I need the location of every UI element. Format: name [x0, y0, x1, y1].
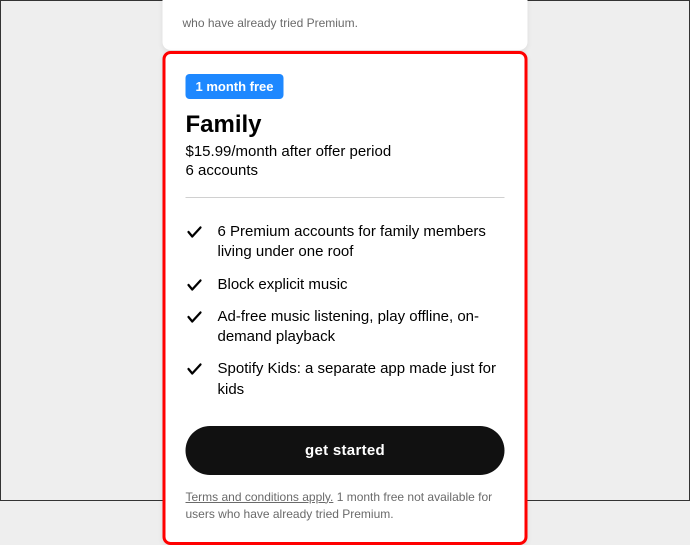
divider [186, 197, 505, 198]
check-icon [186, 360, 204, 378]
list-item: Block explicit music [186, 275, 505, 295]
plan-card-family: 1 month free Family $15.99/month after o… [163, 51, 528, 545]
list-item: 6 Premium accounts for family members li… [186, 222, 505, 263]
plan-price: $15.99/month after offer period [186, 143, 505, 160]
get-started-button[interactable]: get started [186, 426, 505, 475]
previous-plan-card-partial: who have already tried Premium. [163, 0, 528, 50]
terms-text-partial: who have already tried Premium. [183, 16, 358, 30]
plan-title: Family [186, 111, 505, 139]
plan-accounts: 6 accounts [186, 162, 505, 179]
offer-badge: 1 month free [186, 74, 284, 99]
terms-text: Terms and conditions apply. 1 month free… [186, 489, 505, 523]
check-icon [186, 223, 204, 241]
list-item: Ad-free music listening, play offline, o… [186, 307, 505, 348]
check-icon [186, 276, 204, 294]
feature-text: 6 Premium accounts for family members li… [218, 222, 505, 263]
terms-link[interactable]: Terms and conditions apply. [186, 490, 334, 504]
feature-text: Ad-free music listening, play offline, o… [218, 307, 505, 348]
feature-text: Spotify Kids: a separate app made just f… [218, 359, 505, 400]
feature-list: 6 Premium accounts for family members li… [186, 222, 505, 400]
list-item: Spotify Kids: a separate app made just f… [186, 359, 505, 400]
check-icon [186, 308, 204, 326]
feature-text: Block explicit music [218, 275, 348, 295]
